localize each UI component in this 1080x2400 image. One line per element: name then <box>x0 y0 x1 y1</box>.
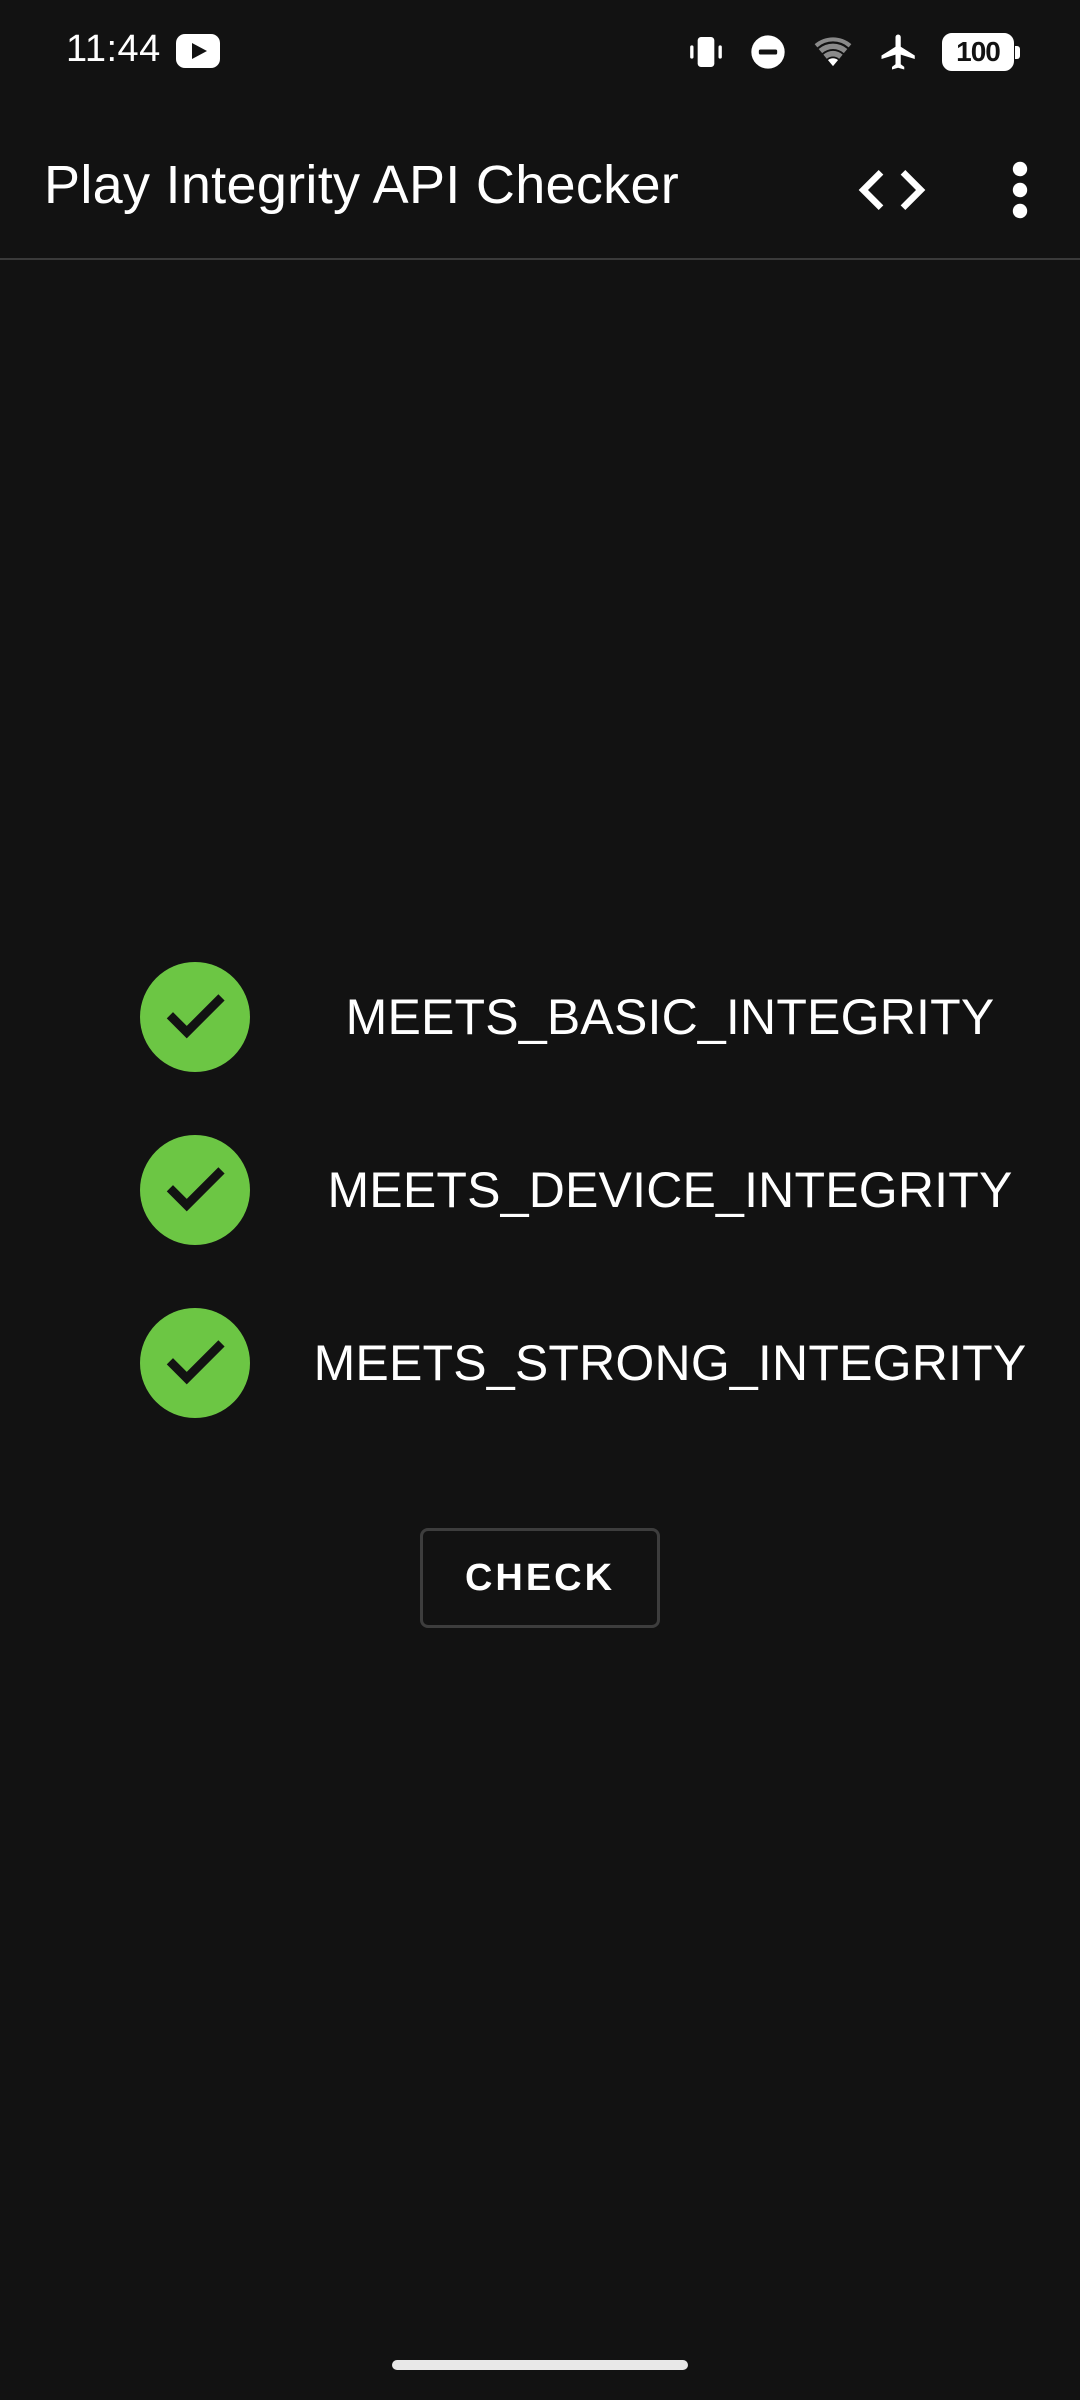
vibrate-icon <box>690 37 722 67</box>
page-title: Play Integrity API Checker <box>44 155 680 215</box>
status-time: 11:44 <box>66 28 161 70</box>
code-button[interactable] <box>844 142 940 238</box>
checkmark-icon <box>166 1167 225 1212</box>
check-label: MEETS_BASIC_INTEGRITY <box>345 989 995 1045</box>
checkmark-icon <box>166 994 225 1039</box>
check-pass-icon <box>140 962 250 1072</box>
app-toolbar: Play Integrity API Checker <box>0 120 1080 260</box>
check-label: MEETS_DEVICE_INTEGRITY <box>327 1162 1013 1218</box>
youtube-icon <box>176 34 220 68</box>
more-vert-icon <box>1012 161 1028 219</box>
check-row-strong: MEETS_STRONG_INTEGRITY <box>0 1308 1080 1418</box>
battery-level: 100 <box>956 36 1001 67</box>
home-indicator[interactable] <box>392 2360 688 2370</box>
wifi-icon <box>814 37 852 67</box>
status-icons: 100 <box>686 28 1020 76</box>
checkmark-icon <box>166 1340 225 1385</box>
check-button[interactable]: CHECK <box>420 1528 660 1628</box>
battery-icon: 100 <box>942 33 1020 71</box>
check-label: MEETS_STRONG_INTEGRITY <box>313 1335 1027 1391</box>
status-bar: 11:44 100 <box>0 0 1080 104</box>
check-row-basic: MEETS_BASIC_INTEGRITY <box>0 962 1080 1072</box>
check-pass-icon <box>140 1135 250 1245</box>
overflow-menu-button[interactable] <box>990 142 1050 238</box>
code-icon <box>858 170 926 210</box>
airplane-icon <box>881 34 915 70</box>
app-screen: 11:44 100 Play Integrity API Checker MEE… <box>0 0 1080 2400</box>
check-row-device: MEETS_DEVICE_INTEGRITY <box>0 1135 1080 1245</box>
check-pass-icon <box>140 1308 250 1418</box>
dnd-icon <box>751 35 785 69</box>
